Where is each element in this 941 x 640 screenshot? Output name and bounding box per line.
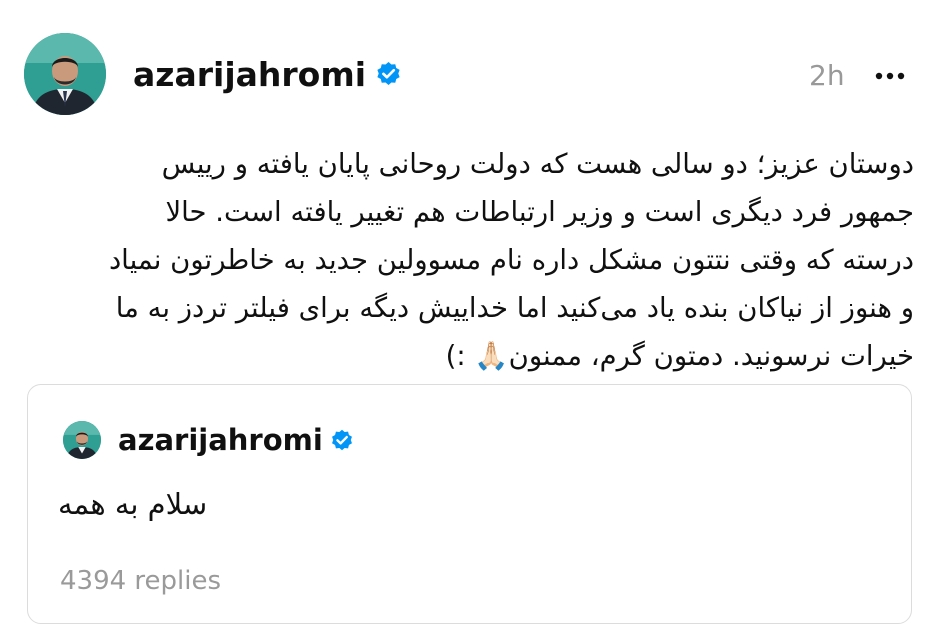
avatar[interactable]: [24, 33, 106, 115]
profile-photo: [24, 33, 106, 115]
quoted-post-replies-link[interactable]: 4394 replies: [60, 561, 221, 601]
verified-badge-icon: [329, 427, 355, 453]
post-body-line: درسته که وقتی نتتون مشکل داره نام مسوولی…: [108, 244, 914, 276]
post-timestamp: 2h: [809, 59, 845, 92]
post-body-line: جمهور فرد دیگری است و وزیر ارتباطات هم ت…: [165, 196, 914, 228]
post-body-line: خیرات نرسونید. دمتون گرم، ممنون🙏🏻 :): [445, 340, 914, 372]
quoted-post-username[interactable]: azarijahromi: [118, 419, 355, 461]
more-options-button[interactable]: [870, 58, 910, 94]
quoted-post-text: سلام به همه: [58, 487, 208, 521]
post-username[interactable]: azarijahromi: [133, 51, 403, 99]
post-body-text: دوستان عزیز؛ دو سالی هست که دولت روحانی …: [28, 140, 914, 380]
post-header: azarijahromi 2h: [0, 0, 941, 140]
more-horizontal-icon: [875, 72, 905, 80]
post-body-line: و هنوز از نیاکان بنده یاد می‌کنید اما خد…: [115, 292, 914, 324]
quoted-post-username-text[interactable]: azarijahromi: [118, 423, 323, 457]
profile-photo: [63, 421, 101, 459]
quoted-post-avatar[interactable]: [63, 421, 101, 459]
post-body-line: دوستان عزیز؛ دو سالی هست که دولت روحانی …: [161, 148, 914, 180]
post-username-text[interactable]: azarijahromi: [133, 55, 366, 94]
verified-badge-icon: [374, 59, 403, 88]
